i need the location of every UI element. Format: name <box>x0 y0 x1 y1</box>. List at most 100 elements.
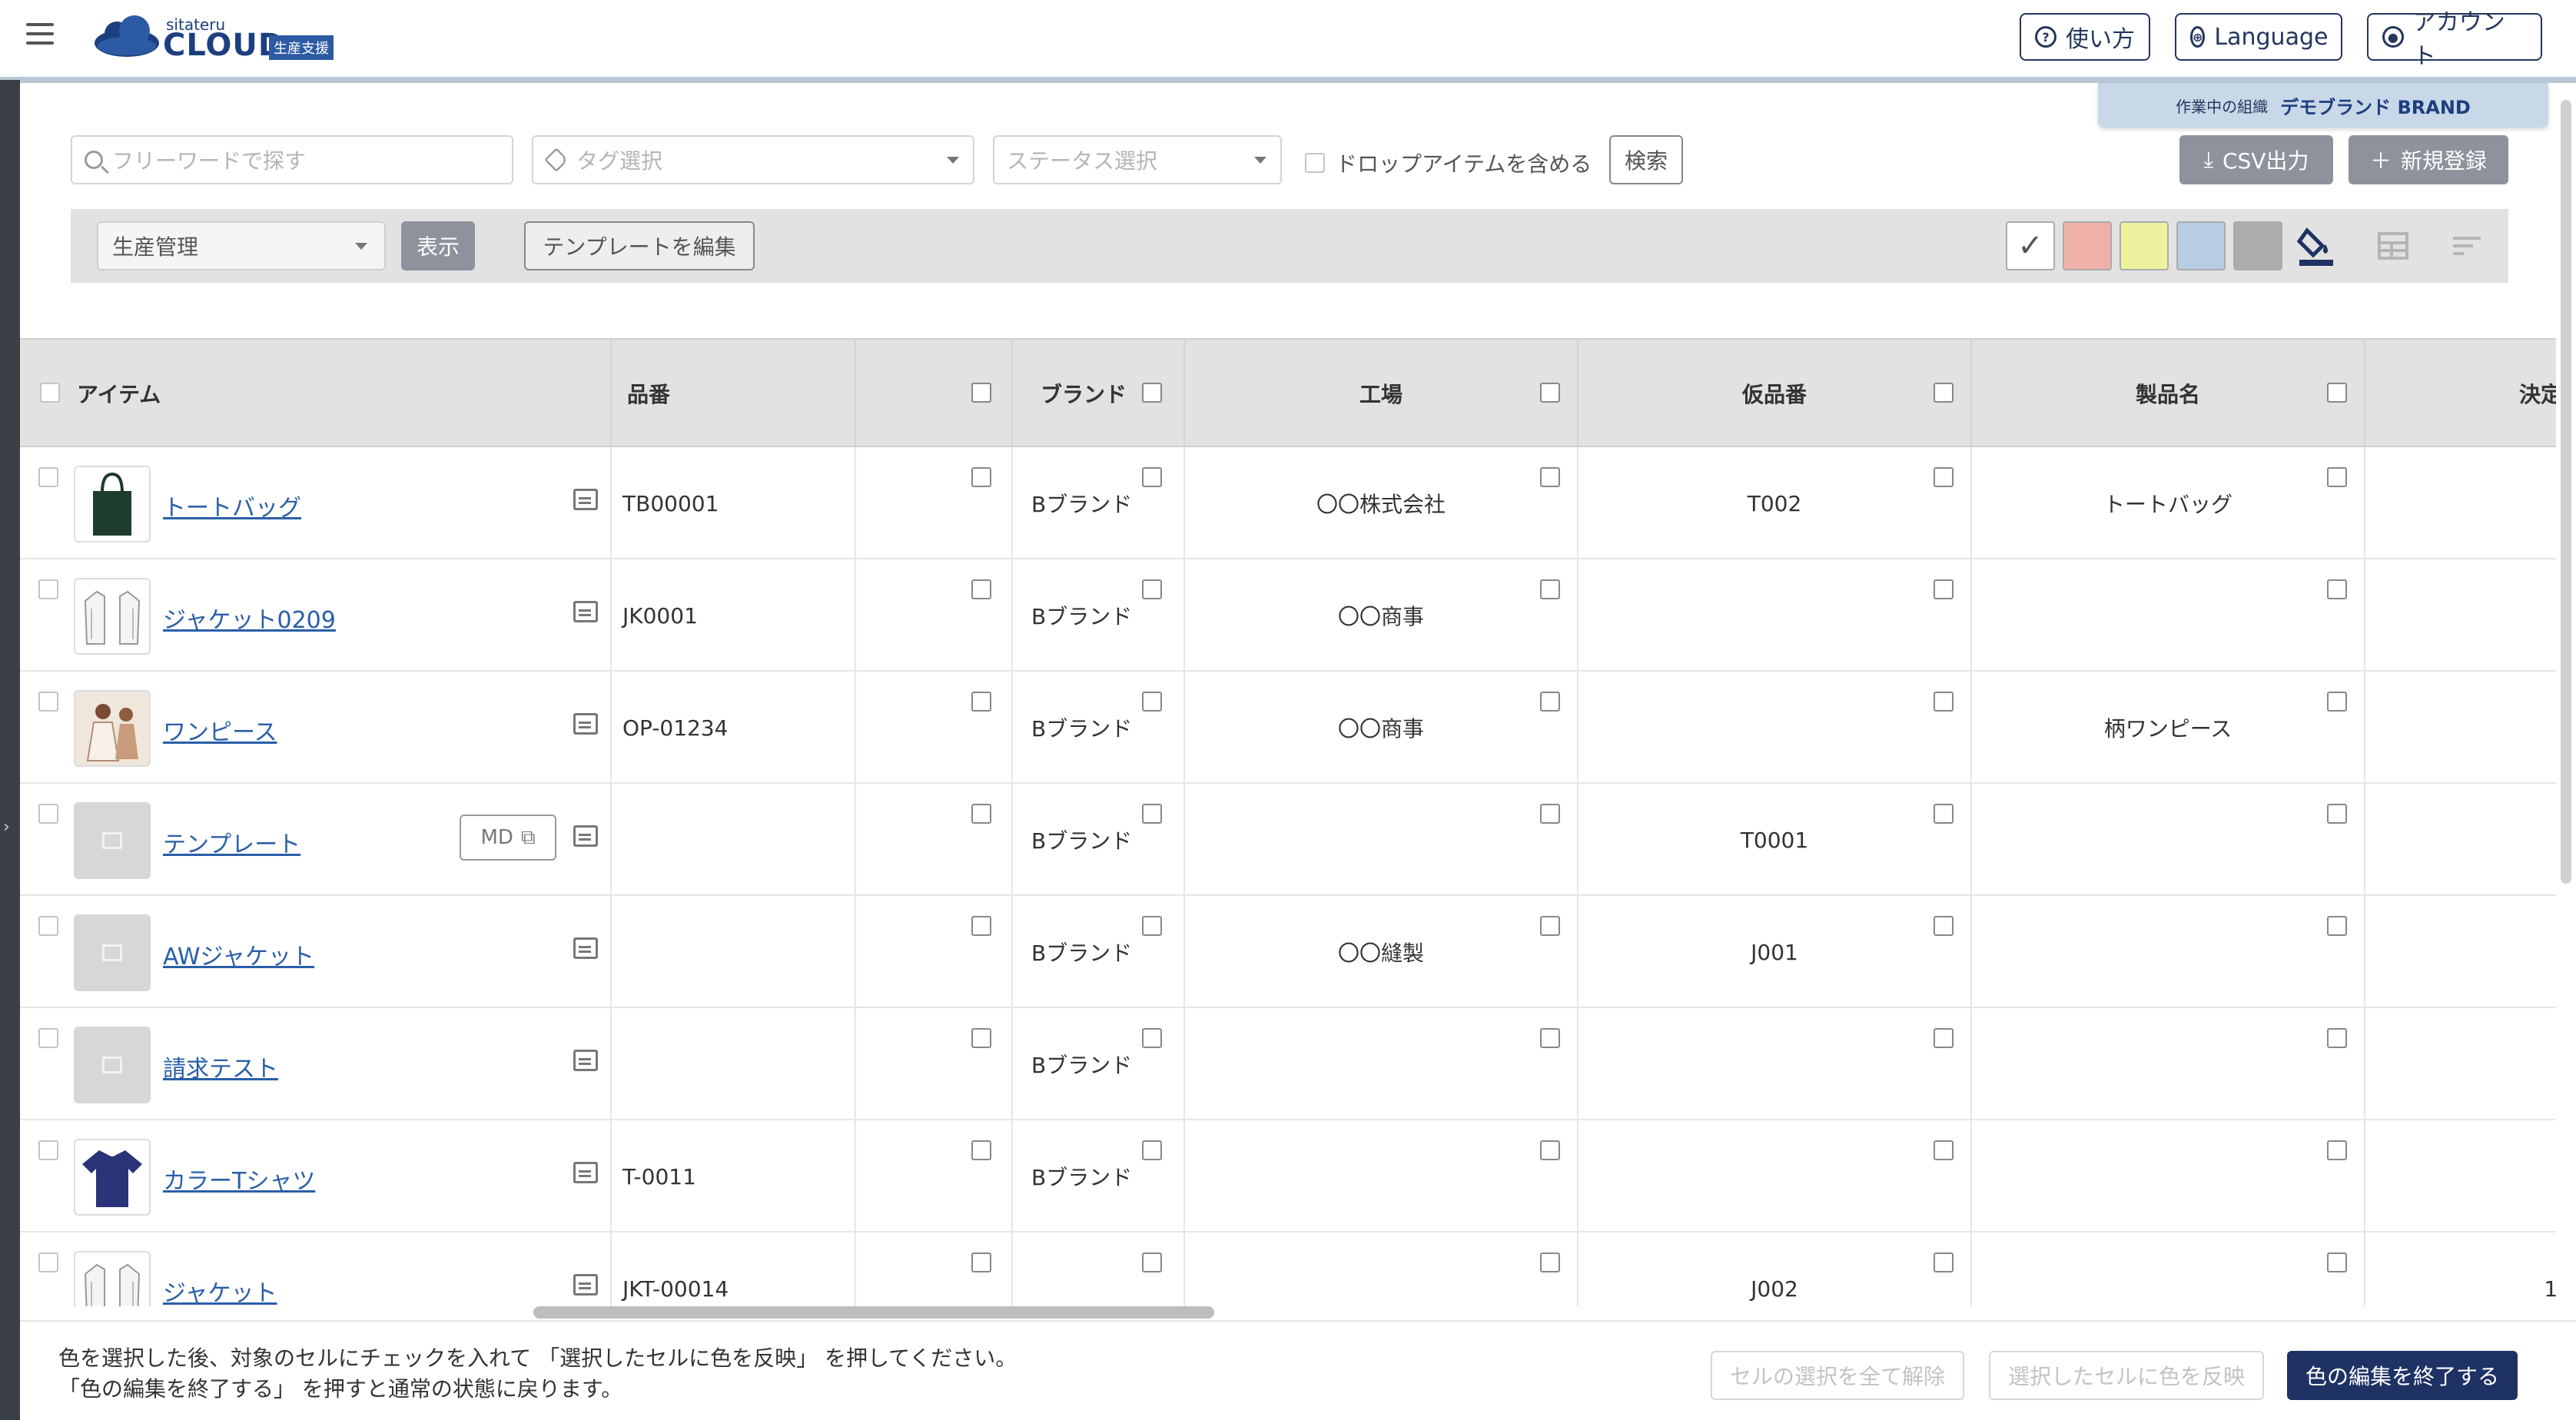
table-cell-hinban[interactable]: OP-01234 <box>612 672 856 784</box>
table-cell-factory[interactable] <box>1185 1008 1578 1120</box>
item-link[interactable]: ジャケット0209 <box>163 601 336 635</box>
cell-checkbox[interactable] <box>1540 916 1560 936</box>
cell-checkbox[interactable] <box>1934 916 1954 936</box>
comment-icon[interactable] <box>573 601 598 622</box>
color-swatch-pink[interactable] <box>2063 221 2112 270</box>
row-checkbox[interactable] <box>38 916 58 936</box>
table-cell-product[interactable] <box>1972 1233 2365 1306</box>
row-checkbox[interactable] <box>38 1028 58 1048</box>
table-cell-kari[interactable]: T0001 <box>1578 784 1972 896</box>
table-cell-hinban[interactable] <box>612 1008 856 1120</box>
table-cell-hinban[interactable] <box>612 896 856 1008</box>
table-cell-factory[interactable] <box>1185 784 1578 896</box>
cell-checkbox[interactable] <box>971 1140 991 1160</box>
table-cell-product[interactable] <box>1972 1120 2365 1233</box>
cell-checkbox[interactable] <box>971 579 991 599</box>
table-cell-blank[interactable] <box>856 447 1013 559</box>
column-checkbox[interactable] <box>1142 383 1162 403</box>
column-checkbox[interactable] <box>1934 383 1954 403</box>
cell-checkbox[interactable] <box>971 804 991 824</box>
tag-select[interactable]: タグ選択 <box>532 135 974 184</box>
cell-checkbox[interactable] <box>1142 1140 1162 1160</box>
table-cell-hinban[interactable]: JK0001 <box>612 559 856 672</box>
table-cell-kari[interactable]: T002 <box>1578 447 1972 559</box>
vertical-scrollbar[interactable] <box>2561 100 2571 884</box>
item-thumbnail[interactable] <box>74 1251 151 1306</box>
cell-checkbox[interactable] <box>971 916 991 936</box>
item-link[interactable]: カラーTシャツ <box>163 1162 315 1196</box>
table-cell-blank[interactable] <box>856 672 1013 784</box>
item-thumbnail[interactable] <box>74 802 151 879</box>
language-button[interactable]: ⊕ Language <box>2175 13 2342 61</box>
table-cell-blank[interactable] <box>856 1008 1013 1120</box>
status-select[interactable]: ステータス選択 <box>993 135 1282 184</box>
cell-checkbox[interactable] <box>971 1028 991 1048</box>
table-cell-last[interactable]: 10 <box>2365 1233 2556 1306</box>
table-cell-last[interactable] <box>2365 1120 2556 1233</box>
color-swatch-gray[interactable] <box>2233 221 2282 270</box>
table-cell-brand[interactable]: Bブランド <box>1013 1120 1185 1233</box>
table-cell-brand[interactable] <box>1013 1233 1185 1306</box>
edit-template-button[interactable]: テンプレートを編集 <box>524 221 755 270</box>
cell-checkbox[interactable] <box>2327 692 2347 712</box>
table-cell-brand[interactable]: Bブランド <box>1013 447 1185 559</box>
cell-checkbox[interactable] <box>1142 692 1162 712</box>
table-cell-kari[interactable] <box>1578 1008 1972 1120</box>
cell-checkbox[interactable] <box>971 467 991 487</box>
table-cell-brand[interactable]: Bブランド <box>1013 896 1185 1008</box>
sort-icon[interactable] <box>2447 224 2487 267</box>
cell-checkbox[interactable] <box>1540 692 1560 712</box>
table-cell-blank[interactable] <box>856 896 1013 1008</box>
item-thumbnail[interactable] <box>74 914 151 991</box>
table-cell-brand[interactable]: Bブランド <box>1013 672 1185 784</box>
cell-checkbox[interactable] <box>2327 467 2347 487</box>
cell-checkbox[interactable] <box>1934 692 1954 712</box>
cell-checkbox[interactable] <box>1540 1140 1560 1160</box>
cell-checkbox[interactable] <box>2327 1252 2347 1272</box>
account-button[interactable]: ● アカウント <box>2367 9 2542 70</box>
table-cell-product[interactable] <box>1972 896 2365 1008</box>
cell-checkbox[interactable] <box>1540 467 1560 487</box>
table-cell-kari[interactable] <box>1578 672 1972 784</box>
item-thumbnail[interactable] <box>74 1139 151 1216</box>
side-drawer-handle[interactable]: › <box>0 80 20 1420</box>
table-cell-factory[interactable]: 〇〇株式会社 <box>1185 447 1578 559</box>
row-checkbox[interactable] <box>38 1252 58 1272</box>
table-cell-hinban[interactable]: T-0011 <box>612 1120 856 1233</box>
cell-checkbox[interactable] <box>1142 579 1162 599</box>
item-link[interactable]: ジャケット <box>163 1274 277 1306</box>
cell-checkbox[interactable] <box>2327 804 2347 824</box>
comment-icon[interactable] <box>573 1050 598 1071</box>
row-checkbox[interactable] <box>38 804 58 824</box>
help-button[interactable]: ? 使い方 <box>2020 13 2150 61</box>
cell-checkbox[interactable] <box>1142 467 1162 487</box>
cell-checkbox[interactable] <box>1934 579 1954 599</box>
cell-checkbox[interactable] <box>1934 467 1954 487</box>
table-cell-product[interactable] <box>1972 784 2365 896</box>
row-checkbox[interactable] <box>38 692 58 712</box>
column-checkbox[interactable] <box>1540 383 1560 403</box>
select-all-checkbox[interactable] <box>40 383 60 403</box>
table-cell-last[interactable] <box>2365 896 2556 1008</box>
table-cell-blank[interactable] <box>856 559 1013 672</box>
color-swatch-yellow[interactable] <box>2120 221 2169 270</box>
item-link[interactable]: テンプレート <box>163 825 300 859</box>
table-cell-factory[interactable]: 〇〇商事 <box>1185 559 1578 672</box>
cell-checkbox[interactable] <box>2327 916 2347 936</box>
table-layout-icon[interactable] <box>2373 224 2413 267</box>
table-cell-last[interactable] <box>2365 784 2556 896</box>
table-cell-factory[interactable]: 〇〇商事 <box>1185 672 1578 784</box>
comment-icon[interactable] <box>573 1162 598 1183</box>
item-thumbnail[interactable] <box>74 578 151 655</box>
cell-checkbox[interactable] <box>971 692 991 712</box>
row-checkbox[interactable] <box>38 467 58 487</box>
item-link[interactable]: 請求テスト <box>163 1050 278 1083</box>
paint-bucket-icon[interactable] <box>2296 224 2336 267</box>
table-cell-brand[interactable]: Bブランド <box>1013 1008 1185 1120</box>
include-drop-toggle[interactable]: ドロップアイテムを含める <box>1305 148 1592 178</box>
comment-icon[interactable] <box>573 937 598 959</box>
column-checkbox[interactable] <box>2327 383 2347 403</box>
color-swatch-blue[interactable] <box>2176 221 2226 270</box>
table-cell-blank[interactable] <box>856 1233 1013 1306</box>
cell-checkbox[interactable] <box>1142 1028 1162 1048</box>
